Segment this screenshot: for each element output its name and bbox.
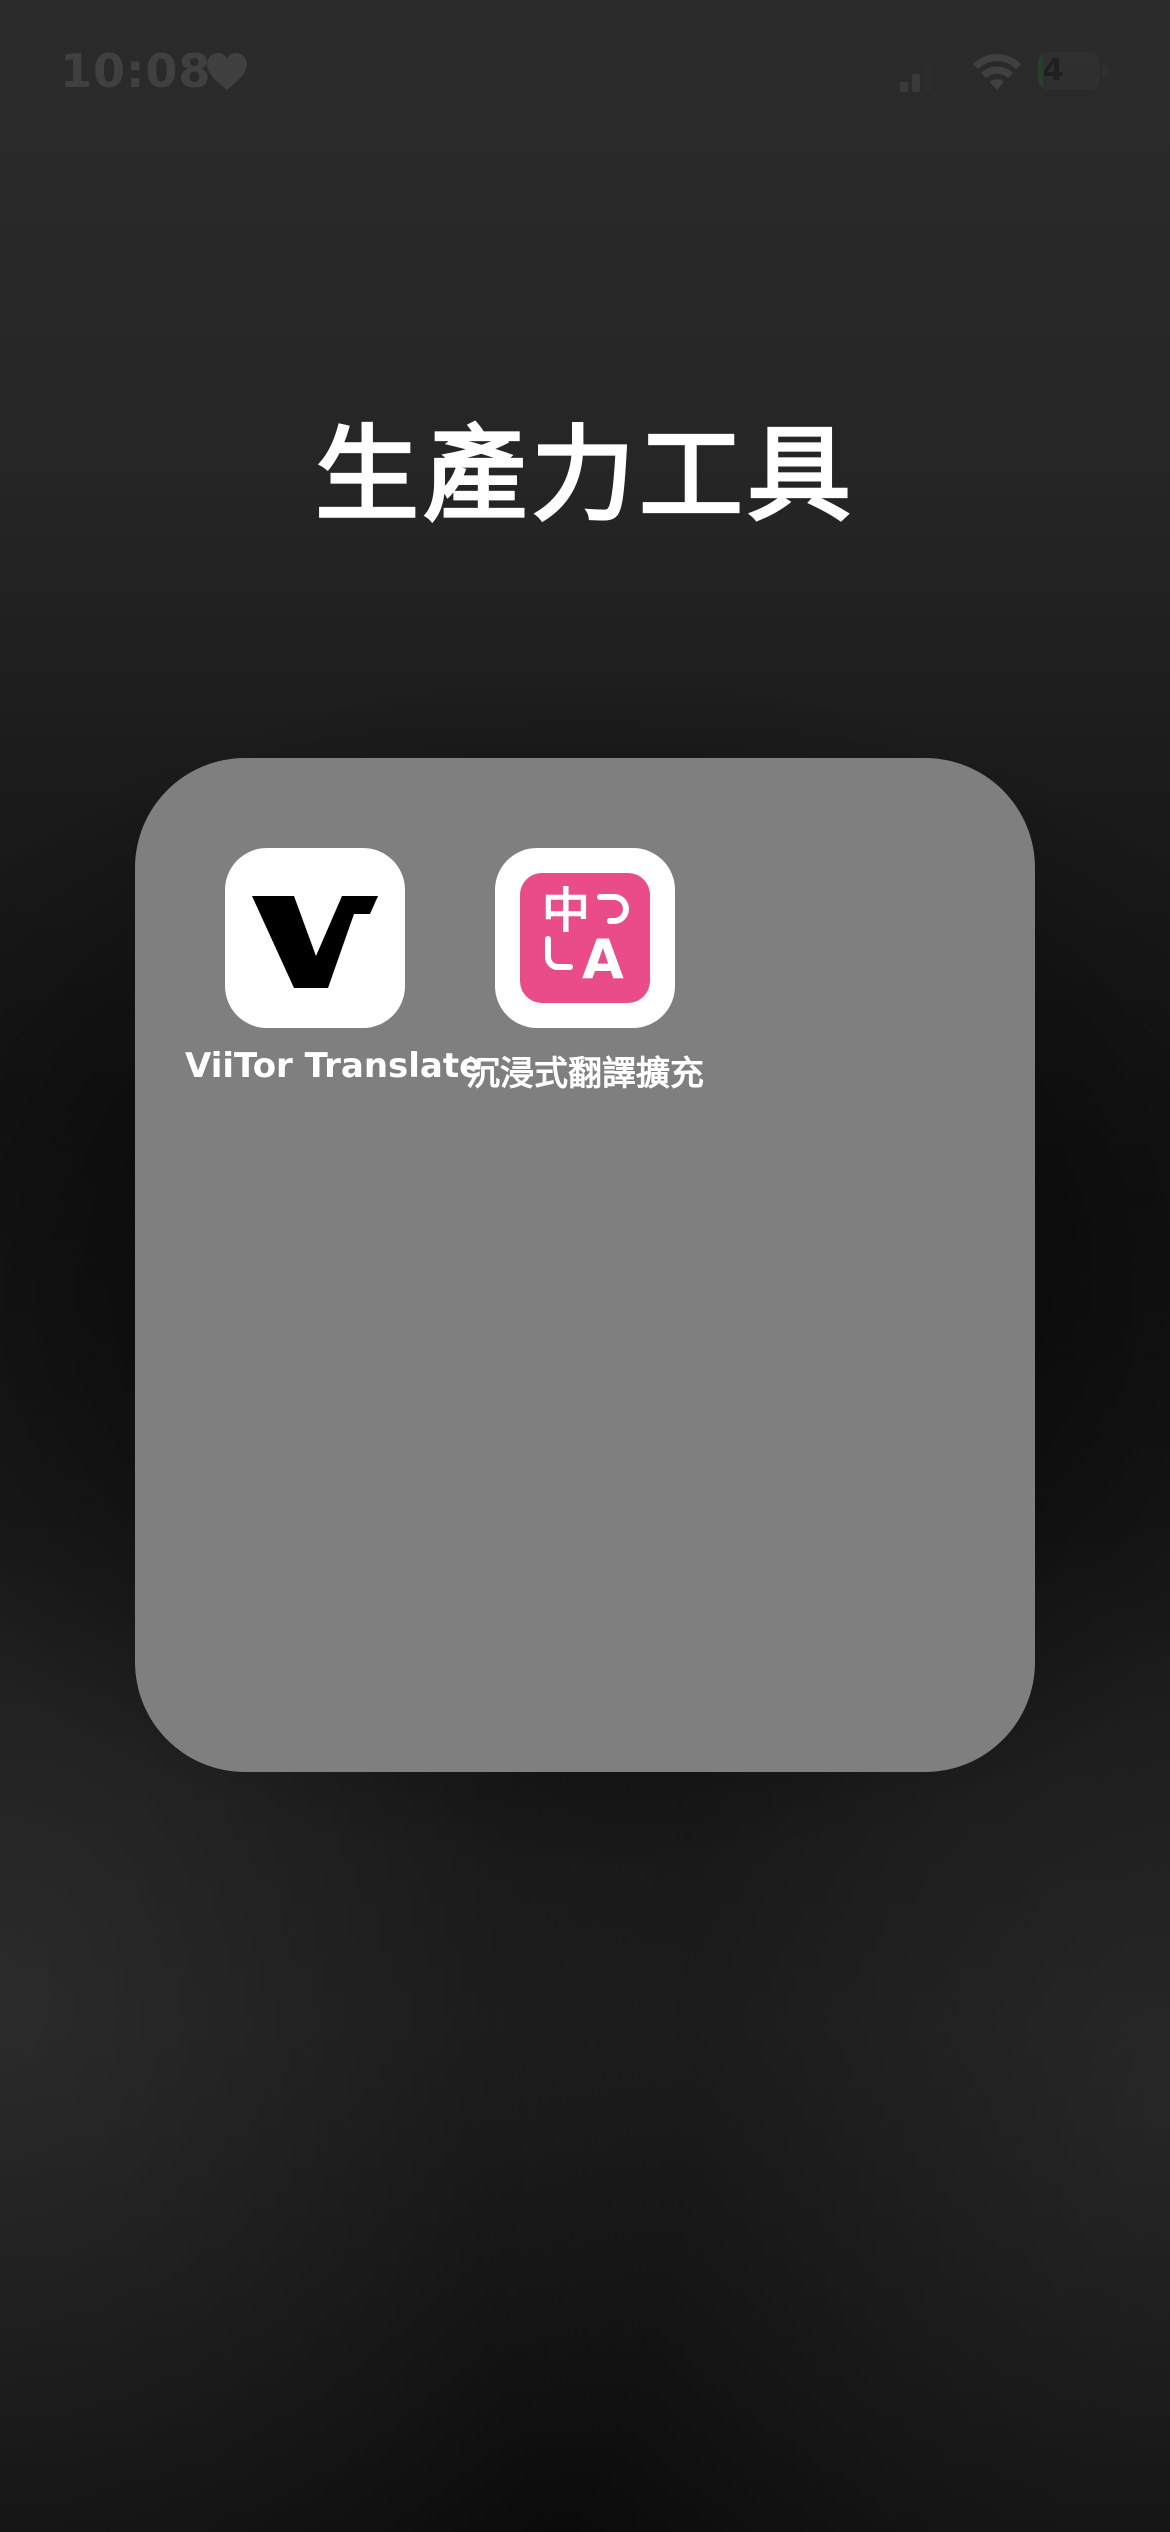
status-time: 10:08	[60, 44, 212, 98]
viitor-translate-icon[interactable]	[225, 848, 405, 1028]
app-label: ViiTor Translate	[185, 1046, 483, 1086]
battery-indicator: 4	[1038, 52, 1108, 90]
heart-icon	[207, 53, 247, 90]
battery-cap	[1102, 65, 1108, 77]
translate-badge: 中 A	[520, 873, 650, 1003]
battery-body: 4	[1038, 52, 1100, 90]
cellular-signal-icon	[900, 58, 944, 92]
wifi-icon	[973, 54, 1021, 90]
arrow-hook-icon	[597, 894, 629, 924]
app-viitor-translate[interactable]: ViiTor Translate	[185, 848, 483, 1086]
status-bar: 10:08 4	[0, 0, 1170, 150]
app-label: 沉浸式翻譯擴充	[466, 1054, 704, 1094]
folder-panel: ViiTor Translate 中 A 沉浸式翻譯擴充	[135, 758, 1035, 1772]
battery-level: 4	[1042, 53, 1064, 88]
folder-title[interactable]: 生產力工具	[0, 390, 1170, 541]
viitor-v-logo	[252, 896, 378, 988]
arrow-arc-icon	[545, 936, 573, 970]
glyph-a: A	[582, 928, 624, 991]
app-immersive-translate[interactable]: 中 A 沉浸式翻譯擴充	[455, 848, 715, 1095]
immersive-translate-icon[interactable]: 中 A	[495, 848, 675, 1028]
